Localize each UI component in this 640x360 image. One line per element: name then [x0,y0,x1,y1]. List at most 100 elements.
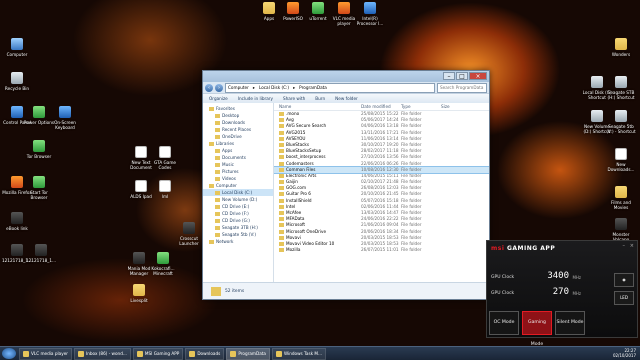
video-file-icon [35,244,47,256]
nav-folder-icon [215,156,220,160]
taskbar-item-inbox[interactable]: Inbox (86) - wond... [74,347,131,360]
eye-rest-icon[interactable]: ◉ [614,273,634,287]
close-button[interactable]: × [469,72,487,80]
new-folder-button[interactable]: New folder [335,94,358,103]
minimize-button[interactable]: – [443,72,455,80]
text-document-icon [159,180,171,192]
explorer-panes: Favorites Desktop Downloads Recent Places On… [203,103,489,283]
nav-item-libraries[interactable]: Libraries [203,140,273,147]
taskbar-item-downloads[interactable]: Downloads [185,347,225,360]
desktop-icon-file-2[interactable]: 12121718_1... [24,244,58,263]
nav-item-pictures[interactable]: Pictures [203,168,273,175]
text-document-icon [135,146,147,158]
nav-item-videos[interactable]: Videos [203,175,273,182]
tor-icon [33,140,45,152]
nav-item-favorites[interactable]: Favorites [203,105,273,112]
nav-folder-icon [215,135,220,139]
back-arrow-icon[interactable]: ‹ [205,83,213,92]
nav-item-cd-drive-e[interactable]: CD Drive (E:) [203,203,273,210]
breadcrumb-local-disk[interactable]: Local Disk (C:) [259,84,289,92]
desktop-icon-seagate-5tb[interactable]: Seagate 5tb (V:) - Shortcut [604,110,638,134]
desktop-icon-gta-codes[interactable]: GTA Game Codes [148,146,182,170]
nav-item-new-volume-d[interactable]: New Volume (D:) [203,196,273,203]
recycle-bin-icon [11,72,23,84]
breadcrumb-computer[interactable]: Computer [228,84,249,92]
nav-item-local-disk-c[interactable]: Local Disk (C:) [203,189,273,196]
close-button[interactable]: × [630,243,634,249]
oc-mode-button[interactable]: OC Mode [489,311,519,335]
nav-folder-icon [215,170,220,174]
breadcrumb-programdata[interactable]: ProgramData [299,84,327,92]
desktop-icon-intel[interactable]: Intel(R) Processor I... [353,2,387,26]
desktop-icon-livesplit[interactable]: Livesplit [122,284,156,303]
folder-icon [279,223,284,228]
desktop-icon-seagate-3tb[interactable]: Seagate STB (H:) Shortcut [604,76,638,100]
nav-item-seagate-5tb-v[interactable]: Seagate 5tb (V:) [203,231,273,238]
crosscut-icon [183,222,195,234]
file-row[interactable]: Mozilla 26/07/2015 11:01 File folder [274,247,489,253]
nav-folder-icon [215,121,220,125]
column-header-date[interactable]: Date modified [361,103,401,110]
tor-onion-icon [33,176,45,188]
nav-item-recent-places[interactable]: Recent Places [203,126,273,133]
nav-item-cd-drive-f[interactable]: CD Drive (F:) [203,210,273,217]
column-header-name[interactable]: Name [274,103,361,110]
nav-item-network[interactable]: Network [203,238,273,245]
intel-icon [364,2,376,14]
msi-gaming-app: msi GAMING APP – × GPU Clock 3400 MHz GP… [486,240,638,347]
explorer-title-bar[interactable]: – □ × [203,71,489,82]
organize-button[interactable]: Organize [209,94,228,103]
taskbar-item-task-manager[interactable]: Windows Task M... [271,347,326,360]
column-header-type[interactable]: Type [401,103,441,110]
address-bar[interactable]: Computer ▸ Local Disk (C:) ▸ ProgramData [225,82,435,93]
taskbar-item-msi[interactable]: MSI Gaming APP [132,347,184,360]
nav-folder-icon [215,149,220,153]
memory-clock-label: GPU Clock [491,291,515,296]
folder-icon [279,124,284,129]
nav-folder-icon [215,205,220,209]
nav-item-documents[interactable]: Documents [203,154,273,161]
start-button[interactable] [2,348,16,359]
nav-item-cd-drive-g[interactable]: CD Drive (G:) [203,217,273,224]
nav-item-apps[interactable]: Apps [203,147,273,154]
desktop-icon-films[interactable]: Films and Movies [604,186,638,210]
gpu-clock-unit: MHz [572,275,581,280]
nav-item-onedrive[interactable]: OneDrive [203,133,273,140]
include-in-library-button[interactable]: Include in library [238,94,273,103]
minimize-button[interactable]: – [623,243,626,249]
desktop-icon-new-downloads[interactable]: New Downloads... [604,148,638,172]
silent-mode-button[interactable]: Silent Mode [555,311,585,335]
desktop-icon-start-tor[interactable]: Start Tor Browser [22,176,56,200]
gaming-mode-button[interactable]: Gaming Mode [522,311,552,347]
taskbar-item-vlc[interactable]: VLC media player [19,347,72,360]
search-input[interactable]: Search ProgramData [437,82,487,93]
desktop-icon-recycle-bin[interactable]: Recycle Bin [0,72,34,91]
folder-icon [279,180,284,185]
window-controls: – □ × [443,72,487,80]
desktop-icon-wonders[interactable]: Wonders [604,38,638,57]
desktop-icon-crosscut[interactable]: Crosscut Launcher [172,222,206,246]
taskbar-item-programdata[interactable]: ProgramData [226,347,270,360]
nav-item-downloads[interactable]: Downloads [203,119,273,126]
column-header-size[interactable]: Size [441,103,461,110]
share-with-button[interactable]: Share with [283,94,305,103]
nav-folder-icon [215,177,220,181]
nav-item-music[interactable]: Music [203,161,273,168]
led-toggle[interactable]: LED [614,291,634,305]
desktop-icon-computer[interactable]: Computer [0,38,34,57]
forward-arrow-icon[interactable]: › [215,83,223,92]
nav-item-desktop[interactable]: Desktop [203,112,273,119]
desktop-icon-tor[interactable]: Tor Browser [22,140,56,159]
keyboard-icon [59,106,71,118]
taskbar: VLC media player Inbox (86) - wond... MS… [0,346,640,360]
nav-item-computer[interactable]: Computer [203,182,273,189]
desktop-icon-ebook[interactable]: eBook link [0,212,34,231]
system-clock[interactable]: 22:27 02/10/2017 [613,348,636,358]
maximize-button[interactable]: □ [456,72,468,80]
burn-button[interactable]: Burn [315,94,325,103]
nav-item-seagate-3tb-h[interactable]: Seagate 3TB (H:) [203,224,273,231]
desktop-icon-keyboard[interactable]: On-Screen Keyboard [48,106,82,130]
desktop-icon-kokocrafi[interactable]: Kokocrafi... Minecraft [146,252,180,276]
desktop-icon-monster[interactable]: Monster Volcano [604,218,638,242]
desktop-icon-lml[interactable]: lml [148,180,182,199]
